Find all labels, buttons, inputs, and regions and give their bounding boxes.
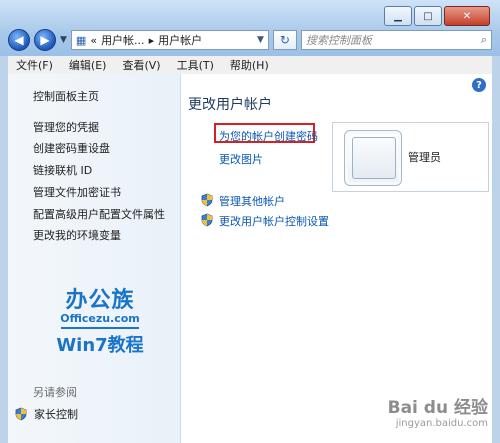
recent-pages-chevron-icon[interactable]: ▼: [60, 35, 67, 45]
sidebar-item-password-reset-disk[interactable]: 创建密码重设盘: [33, 140, 110, 156]
create-password-link[interactable]: 为您的帐户创建密码: [219, 128, 318, 144]
account-name: 管理员: [408, 151, 441, 164]
page-title: 更改用户帐户: [188, 97, 272, 113]
sidebar-item-parental-controls[interactable]: 家长控制: [14, 406, 78, 422]
uac-shield-icon: [201, 213, 213, 227]
refresh-icon[interactable]: ↻: [272, 30, 297, 50]
window: ▁ □ ✕ ◀ ▶ ▼ ▦ « 用户帐... ▸ 用户帐户 ▼ ↻ 搜索控制面板…: [0, 0, 500, 443]
sidebar-item-control-panel-home[interactable]: 控制面板主页: [33, 88, 99, 104]
minimize-button[interactable]: ▁: [384, 6, 412, 26]
address-dropdown-icon[interactable]: ▼: [257, 35, 264, 45]
shield-icon: [15, 407, 27, 421]
sidebar-item-manage-credentials[interactable]: 管理您的凭据: [33, 119, 99, 135]
breadcrumb-separator[interactable]: ▸: [149, 34, 155, 47]
breadcrumb-user-accounts[interactable]: 用户帐户: [158, 32, 202, 48]
maximize-button[interactable]: □: [414, 6, 442, 26]
window-controls: ▁ □ ✕: [384, 6, 490, 26]
sidebar-item-advanced-profile[interactable]: 配置高级用户配置文件属性: [33, 206, 165, 222]
parental-controls-label: 家长控制: [34, 408, 78, 421]
menu-file[interactable]: 文件(F): [8, 57, 61, 73]
search-icon[interactable]: ⌕: [481, 33, 487, 47]
change-picture-link[interactable]: 更改图片: [219, 151, 263, 167]
content-area: 控制面板主页 管理您的凭据 创建密码重设盘 链接联机 ID 管理文件加密证书 配…: [8, 74, 492, 443]
logo-rule: [61, 327, 139, 329]
sidebar-item-environment-variables[interactable]: 更改我的环境变量: [33, 227, 121, 243]
menu-bar: 文件(F) 编辑(E) 查看(V) 工具(T) 帮助(H): [8, 56, 492, 75]
logo-win7: Win7教程: [56, 335, 144, 356]
close-button[interactable]: ✕: [444, 6, 490, 26]
search-input[interactable]: 搜索控制面板 ⌕: [300, 30, 492, 50]
back-arrow-icon[interactable]: ◀: [8, 29, 30, 51]
menu-view[interactable]: 查看(V): [114, 57, 168, 73]
avatar-image: [352, 137, 396, 179]
account-tile: 管理员: [332, 122, 489, 192]
logo-title: 办公族: [65, 288, 135, 313]
breadcrumb-overflow[interactable]: «: [90, 34, 97, 47]
main-panel: ? 更改用户帐户 为您的帐户创建密码 更改图片 管理其他帐户 更改用户帐户控制设…: [181, 74, 492, 443]
officezu-logo: 办公族 Officezu.com Win7教程: [55, 282, 145, 357]
manage-other-accounts-link[interactable]: 管理其他帐户: [219, 193, 285, 209]
forward-arrow-icon[interactable]: ▶: [34, 29, 56, 51]
folder-icon: ▦: [75, 33, 87, 47]
uac-settings-link[interactable]: 更改用户帐户控制设置: [219, 213, 329, 229]
watermark-site: jingyan.baidu.com: [395, 418, 488, 429]
menu-edit[interactable]: 编辑(E): [61, 57, 115, 73]
logo-url: Officezu.com: [60, 312, 140, 325]
watermark-brand: Bai du 经验: [387, 398, 488, 418]
baidu-watermark: Bai du 经验 jingyan.baidu.com: [388, 393, 488, 429]
sidebar: 控制面板主页 管理您的凭据 创建密码重设盘 链接联机 ID 管理文件加密证书 配…: [8, 74, 181, 443]
title-bar: ▁ □ ✕ ◀ ▶ ▼ ▦ « 用户帐... ▸ 用户帐户 ▼ ↻ 搜索控制面板…: [0, 0, 500, 56]
sidebar-item-link-online-id[interactable]: 链接联机 ID: [33, 162, 92, 178]
menu-tools[interactable]: 工具(T): [169, 57, 222, 73]
menu-help[interactable]: 帮助(H): [222, 57, 277, 73]
search-placeholder: 搜索控制面板: [305, 34, 372, 47]
avatar[interactable]: [344, 130, 402, 186]
see-also-heading: 另请参阅: [33, 386, 77, 399]
help-icon[interactable]: ?: [472, 78, 486, 92]
address-bar[interactable]: ▦ « 用户帐... ▸ 用户帐户 ▼: [70, 30, 269, 50]
sidebar-item-encryption-certificates[interactable]: 管理文件加密证书: [33, 184, 121, 200]
uac-shield-icon: [201, 193, 213, 207]
breadcrumb-user-accounts-parent[interactable]: 用户帐...: [101, 32, 145, 48]
navigation-bar: ◀ ▶ ▼ ▦ « 用户帐... ▸ 用户帐户 ▼ ↻ 搜索控制面板 ⌕: [8, 28, 492, 52]
